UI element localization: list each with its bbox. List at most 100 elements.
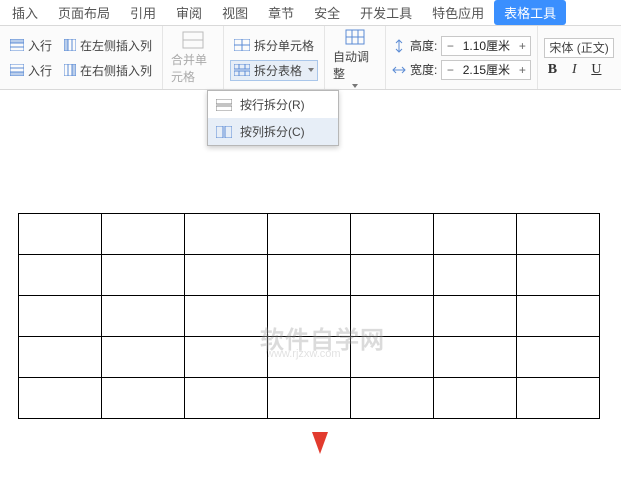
ribbon-group-dimensions: 高度: − 1.10厘米 + 宽度: − 2.15厘米 + xyxy=(386,26,538,89)
height-value[interactable]: 1.10厘米 xyxy=(458,37,514,54)
height-decrement[interactable]: − xyxy=(442,37,458,55)
insert-col-left-label: 在左侧插入列 xyxy=(80,37,152,54)
insert-row-below-label: 入行 xyxy=(28,62,52,79)
split-by-col-item[interactable]: 按列拆分(C) xyxy=(208,118,338,145)
table-cell[interactable] xyxy=(517,214,600,255)
menu-features[interactable]: 特色应用 xyxy=(422,0,494,26)
menu-view[interactable]: 视图 xyxy=(212,0,258,26)
table-cell[interactable] xyxy=(517,255,600,296)
menu-security[interactable]: 安全 xyxy=(304,0,350,26)
italic-button[interactable]: I xyxy=(566,62,582,78)
height-spinner[interactable]: − 1.10厘米 + xyxy=(441,36,531,56)
table-cell[interactable] xyxy=(517,296,600,337)
col-width-icon xyxy=(392,63,406,77)
split-table-icon xyxy=(234,64,250,76)
table-cell[interactable] xyxy=(185,214,268,255)
split-table-dropdown: 按行拆分(R) 按列拆分(C) xyxy=(207,90,339,146)
menu-insert[interactable]: 插入 xyxy=(2,0,48,26)
table-row xyxy=(19,296,600,337)
insert-col-right-button[interactable]: 在右侧插入列 xyxy=(60,60,156,81)
table-cell[interactable] xyxy=(268,214,351,255)
table-row xyxy=(19,378,600,419)
bold-button[interactable]: B xyxy=(544,62,560,78)
split-by-row-item[interactable]: 按行拆分(R) xyxy=(208,91,338,118)
autofit-icon xyxy=(344,28,366,46)
menubar: 插入 页面布局 引用 审阅 视图 章节 安全 开发工具 特色应用 表格工具 xyxy=(0,0,621,26)
table-cell[interactable] xyxy=(19,337,102,378)
width-increment[interactable]: + xyxy=(514,61,530,79)
table-cell[interactable] xyxy=(185,378,268,419)
table-cell[interactable] xyxy=(434,337,517,378)
menu-dev-tools[interactable]: 开发工具 xyxy=(350,0,422,26)
table-cell[interactable] xyxy=(102,337,185,378)
split-table-button[interactable]: 拆分表格 xyxy=(230,60,318,81)
table-cell[interactable] xyxy=(517,378,600,419)
merge-cells-label: 合并单元格 xyxy=(171,51,215,85)
insert-col-right-icon xyxy=(64,64,76,76)
table-cell[interactable] xyxy=(185,296,268,337)
chevron-down-icon xyxy=(308,68,314,72)
document-table[interactable] xyxy=(18,213,600,419)
ribbon-group-insert: 入行 在左侧插入列 入行 在右侧插入列 xyxy=(0,26,163,89)
table-row xyxy=(19,337,600,378)
menu-page-layout[interactable]: 页面布局 xyxy=(48,0,120,26)
menu-review[interactable]: 审阅 xyxy=(166,0,212,26)
row-height-icon xyxy=(392,39,406,53)
height-increment[interactable]: + xyxy=(514,37,530,55)
table-cell[interactable] xyxy=(102,296,185,337)
table-cell[interactable] xyxy=(351,337,434,378)
merge-cells-button[interactable]: 合并单元格 xyxy=(169,29,217,87)
table-cell[interactable] xyxy=(102,255,185,296)
table-cell[interactable] xyxy=(351,214,434,255)
insert-col-left-icon xyxy=(64,39,76,51)
table-cell[interactable] xyxy=(19,296,102,337)
table-cell[interactable] xyxy=(268,296,351,337)
insert-row-below-button[interactable]: 入行 xyxy=(6,60,56,81)
table-cell[interactable] xyxy=(102,214,185,255)
table-cell[interactable] xyxy=(268,337,351,378)
width-spinner[interactable]: − 2.15厘米 + xyxy=(441,60,531,80)
table-cell[interactable] xyxy=(268,255,351,296)
font-family-select[interactable]: 宋体 (正文) xyxy=(544,38,614,58)
height-label: 高度: xyxy=(410,37,437,54)
autofit-button[interactable]: 自动调整 xyxy=(331,26,379,90)
table-cell[interactable] xyxy=(268,378,351,419)
table-cell[interactable] xyxy=(434,378,517,419)
table-cell[interactable] xyxy=(517,337,600,378)
table-cell[interactable] xyxy=(19,378,102,419)
autofit-label: 自动调整 xyxy=(333,48,377,82)
ribbon-group-split: 拆分单元格 拆分表格 xyxy=(224,26,325,89)
width-label: 宽度: xyxy=(410,61,437,78)
font-family-value: 宋体 (正文) xyxy=(549,39,608,56)
table-cell[interactable] xyxy=(434,296,517,337)
table-cell[interactable] xyxy=(434,255,517,296)
table-row xyxy=(19,255,600,296)
insert-row-above-label: 入行 xyxy=(28,37,52,54)
ribbon: 入行 在左侧插入列 入行 在右侧插入列 合并单元格 xyxy=(0,26,621,90)
split-cell-button[interactable]: 拆分单元格 xyxy=(230,35,318,56)
document-canvas[interactable]: 软件自学网 www.rjzxw.com xyxy=(0,90,621,500)
table-cell[interactable] xyxy=(351,378,434,419)
ribbon-group-autofit: 自动调整 xyxy=(325,26,386,89)
table-cell[interactable] xyxy=(102,378,185,419)
table-cell[interactable] xyxy=(185,337,268,378)
table-cell[interactable] xyxy=(351,255,434,296)
width-value[interactable]: 2.15厘米 xyxy=(458,61,514,78)
merge-cells-icon xyxy=(182,31,204,49)
insert-col-left-button[interactable]: 在左侧插入列 xyxy=(60,35,156,56)
split-col-icon xyxy=(216,126,232,138)
table-cell[interactable] xyxy=(434,214,517,255)
table-cell[interactable] xyxy=(19,214,102,255)
menu-table-tools[interactable]: 表格工具 xyxy=(494,0,566,25)
menu-chapter[interactable]: 章节 xyxy=(258,0,304,26)
insert-row-icon xyxy=(10,39,24,51)
table-cell[interactable] xyxy=(351,296,434,337)
underline-button[interactable]: U xyxy=(588,62,604,78)
table-cell[interactable] xyxy=(19,255,102,296)
ribbon-group-font: 宋体 (正文) B I U xyxy=(538,26,620,89)
insert-col-right-label: 在右侧插入列 xyxy=(80,62,152,79)
menu-references[interactable]: 引用 xyxy=(120,0,166,26)
insert-row-above-button[interactable]: 入行 xyxy=(6,35,56,56)
table-cell[interactable] xyxy=(185,255,268,296)
width-decrement[interactable]: − xyxy=(442,61,458,79)
